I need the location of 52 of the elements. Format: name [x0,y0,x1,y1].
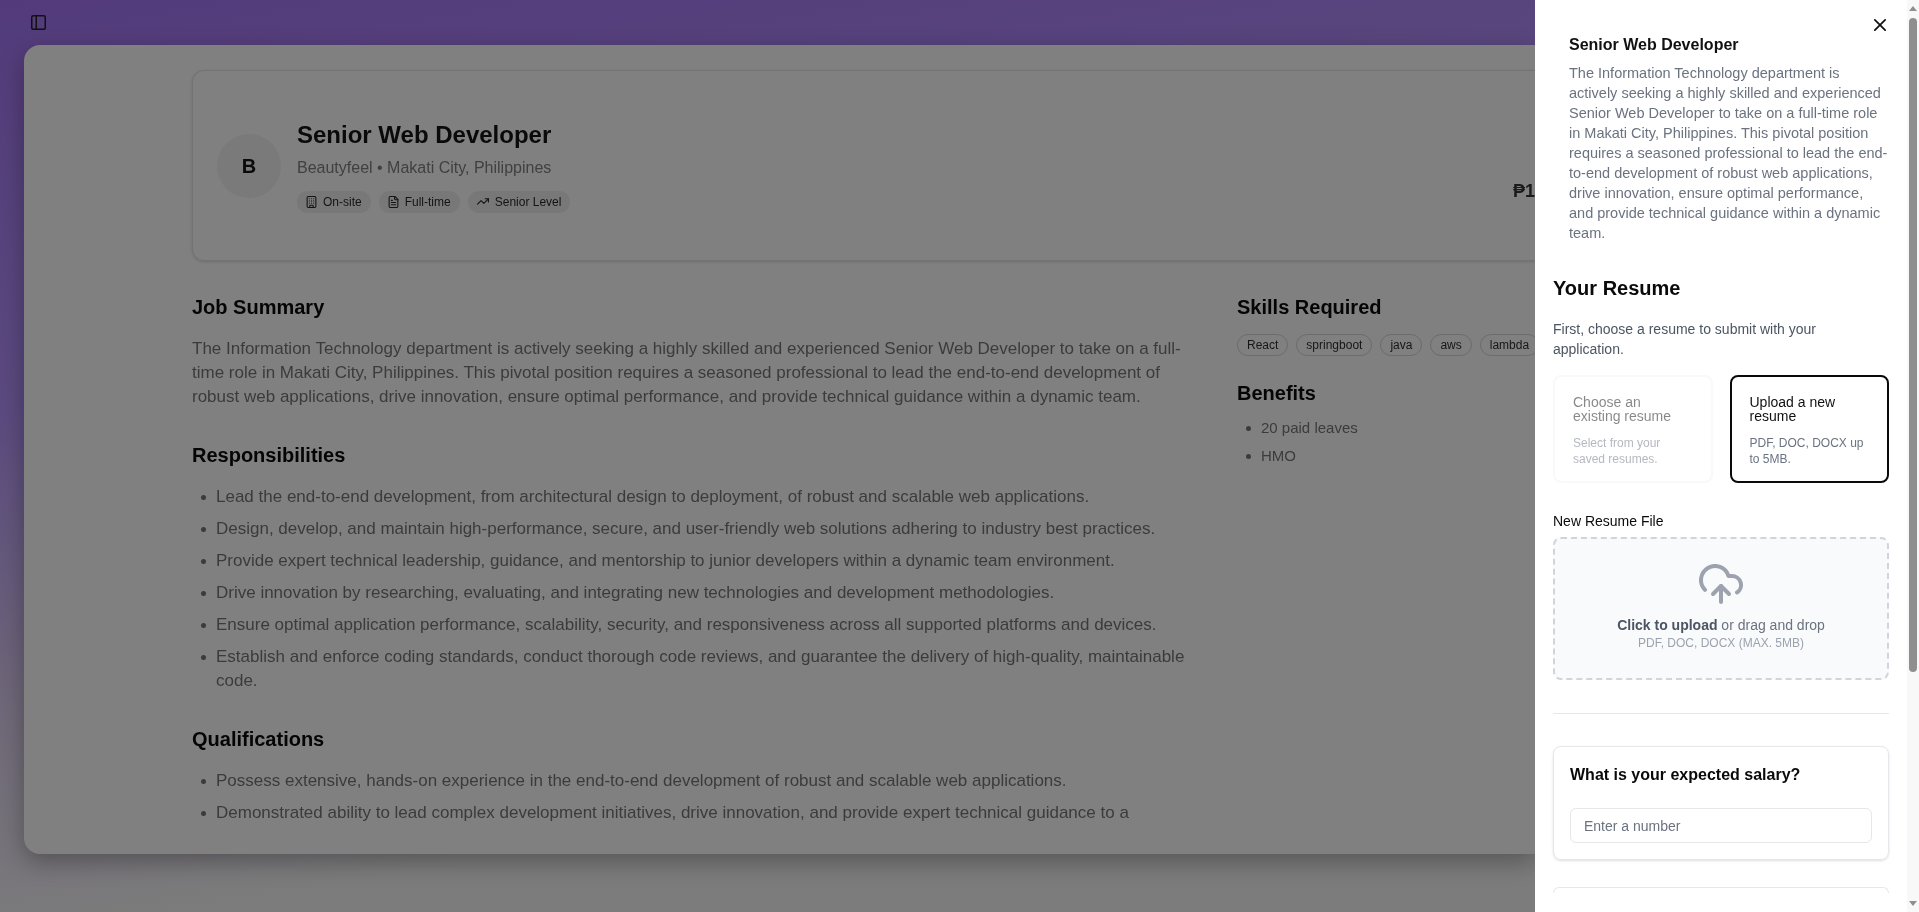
close-icon[interactable] [1874,19,1886,31]
building-icon [306,195,317,208]
section-heading: Skills Required [1237,295,1383,320]
question-text: What is your expected salary? [1570,765,1802,785]
company-location: Beautyfeel • Makati City, Philippines [297,157,553,178]
bullet-icon [201,779,206,784]
trend-up-icon [476,198,489,205]
sidebar-toggle-icon[interactable] [31,15,46,30]
list-item-text: Establish and enforce coding standards, conduct thorough code reviews, and guarantee the delivery of high-quality, maintainable code. [216,646,1186,692]
file-dropzone[interactable]: Click to upload or drag and drop PDF, DOC, DOCX (MAX. 5MB) [1553,537,1889,680]
list-item-text: Lead the end-to-end development, from architectural design to deployment, of robust and scalable web applications. [216,486,1090,508]
scrollbar[interactable] [1907,0,1919,912]
panel-job-title: Senior Web Developer [1569,35,1740,55]
field-label: New Resume File [1553,512,1665,531]
cloud-upload-icon [1699,564,1743,604]
tag-label: Full-time [404,193,451,210]
tag-label: On-site [323,193,362,210]
bullet-icon [201,655,206,660]
list-item-text: Demonstrated ability to lead complex development initiatives, drive innovation, and provide expert technical guidance to a [216,802,1129,824]
bullet-icon [201,527,206,532]
bullet-icon [201,591,206,596]
document-icon [387,195,399,208]
list-item-text: Possess extensive, hands-on experience in the end-to-end development of robust and scalable web applications. [216,770,1067,792]
list-item-text: Ensure optimal application performance, scalability, security, and responsiveness across all supported platforms and devices. [216,614,1157,636]
section-heading: Qualifications [192,727,326,752]
section-heading: Job Summary [192,295,326,320]
bullet-icon [201,811,206,816]
resume-option-button[interactable]: Upload a new resume PDF, DOC, DOCX up to 5MB. [1729,375,1889,483]
bullet-icon [201,495,206,500]
scroll-down-icon[interactable] [1909,901,1917,906]
section-heading: Your Resume [1553,276,1682,301]
list-item-text: HMO [1261,446,1296,466]
bullet-icon [201,559,206,564]
list-item-text: Drive innovation by researching, evaluating, and integrating new technologies and development methodologies. [216,582,1055,604]
section-heading: Responsibilities [192,443,347,468]
salary-text: ₱1 [1512,179,1535,203]
instruction-text: First, choose a resume to submit with your application. [1553,320,1817,359]
job-description: The Information Technology department is actively seeking a highly skilled and experienced Senior Web Developer to take on a full-time role in Makati City, Philippines. This pivotal position requires a seasoned professional to lead the end-to-end development of robust web applications, drive innovation, ensure optimal performance, and provide technical guidance within a dynamic team. [1569,64,1889,243]
tag-label: Senior Level [494,193,562,210]
list-item-text: Provide expert technical leadership, guidance, and mentorship to junior developers within a dynamic team environment. [216,550,1115,572]
scroll-up-icon[interactable] [1909,6,1917,11]
salary-input[interactable]: Enter a number [1570,808,1872,843]
bullet-icon [1246,426,1251,431]
bullet-icon [201,623,206,628]
section-heading: Benefits [1237,381,1317,406]
summary-text: The Information Technology department is actively seeking a highly skilled and experienced Senior Web Developer to take on a full-time role in Makati City, Philippines. This pivotal position requires a seasoned professional to lead the end-to-end development of robust web applications, drive innovation, ensure optimal performance, and provide technical guidance within a dynamic team. [192,338,1182,408]
list-item-text: 20 paid leaves [1261,418,1358,438]
bullet-icon [1246,454,1251,459]
company-avatar: B [217,133,281,198]
list-item-text: Design, develop, and maintain high-performance, secure, and user-friendly web solutions adhering to industry best practices. [216,518,1156,540]
job-title: Senior Web Developer [297,119,553,150]
scrollbar-thumb[interactable] [1909,18,1917,672]
